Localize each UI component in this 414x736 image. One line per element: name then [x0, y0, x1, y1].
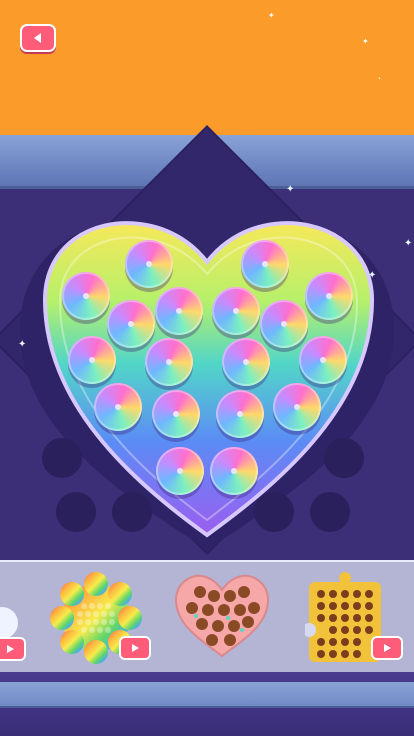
- svg-text:✦: ✦: [404, 238, 412, 249]
- play-icon: [132, 644, 139, 652]
- pop-bubble[interactable]: [107, 300, 155, 348]
- pop-bubble[interactable]: [260, 300, 308, 348]
- pop-bubble[interactable]: [222, 338, 270, 386]
- pop-bubble[interactable]: [155, 287, 203, 335]
- pop-bubble[interactable]: [305, 272, 353, 320]
- pop-bubble[interactable]: [125, 240, 173, 288]
- bottom-rail: [0, 682, 414, 708]
- pop-bubble[interactable]: [273, 383, 321, 431]
- tray-item-chocolate-heart[interactable]: [172, 570, 272, 664]
- pop-bubble[interactable]: [152, 390, 200, 438]
- pop-bubble[interactable]: [241, 240, 289, 288]
- pop-bubble[interactable]: [62, 272, 110, 320]
- svg-text:✦: ✦: [368, 270, 376, 281]
- watch-ad-button[interactable]: [119, 636, 151, 660]
- pop-bubble[interactable]: [156, 447, 204, 495]
- play-icon: [7, 645, 14, 653]
- svg-text:✦: ✦: [18, 339, 26, 350]
- pop-bubble[interactable]: [94, 383, 142, 431]
- pop-bubble[interactable]: [212, 287, 260, 335]
- svg-text:✦: ✦: [286, 184, 294, 195]
- pop-bubble[interactable]: [210, 447, 258, 495]
- chocolate-heart-pop-it-icon: [174, 574, 270, 658]
- watch-ad-button[interactable]: [0, 637, 26, 661]
- pop-bubble[interactable]: [299, 336, 347, 384]
- pop-bubble[interactable]: [145, 338, 193, 386]
- play-icon: [384, 644, 391, 652]
- pop-bubble[interactable]: [216, 390, 264, 438]
- pop-bubble[interactable]: [68, 336, 116, 384]
- watch-ad-button[interactable]: [371, 636, 403, 660]
